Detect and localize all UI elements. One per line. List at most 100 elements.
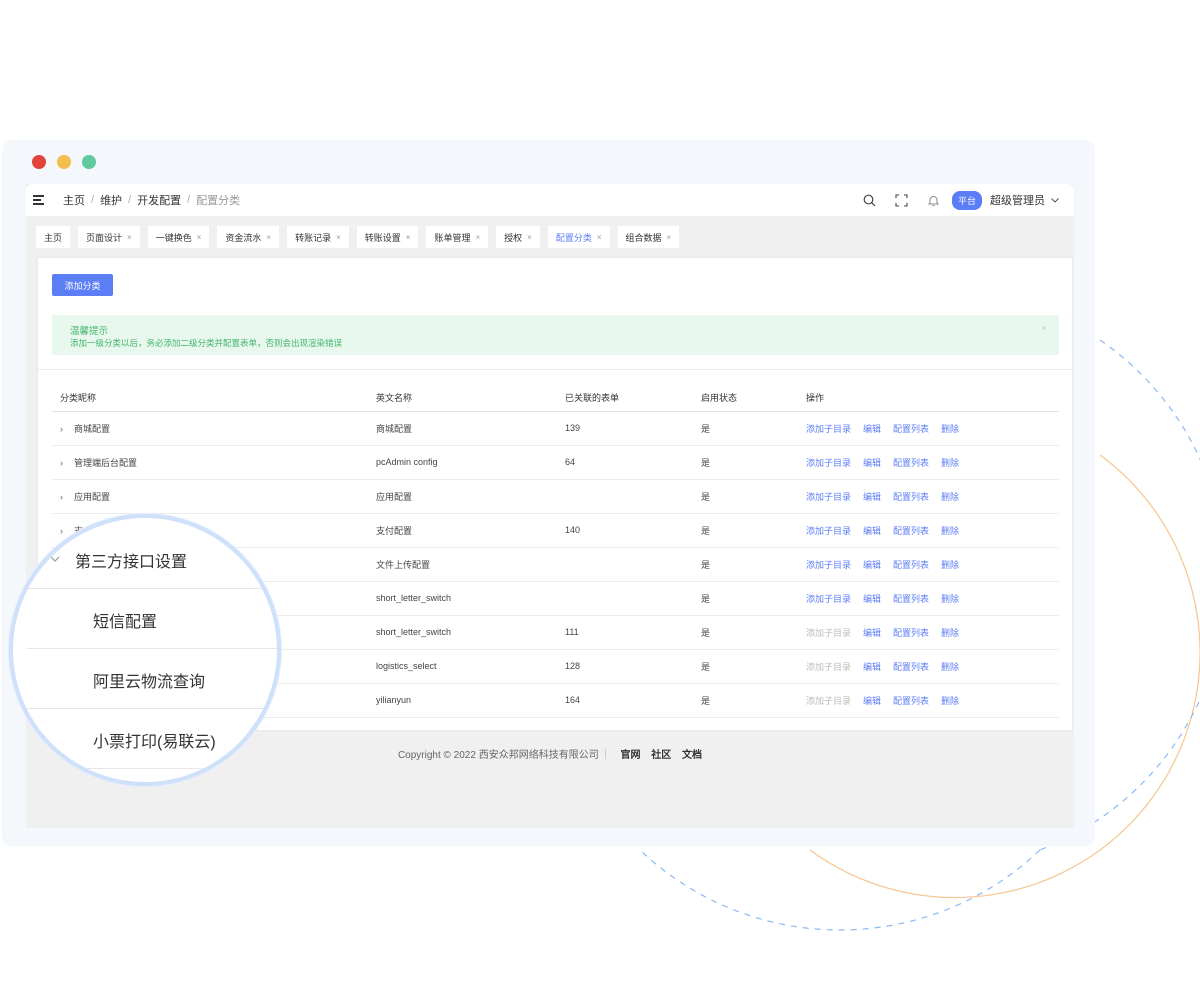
tab-bar: 主页 页面设计 × 一键换色 × 资金流水 × 转账记录 × 转账设置 × 账单管理 × 授… xyxy=(36,226,680,248)
delete-link[interactable]: 删除 xyxy=(941,526,959,536)
menu-fold-icon[interactable] xyxy=(33,195,45,205)
minimize-dot[interactable] xyxy=(57,155,71,169)
breadcrumb-home[interactable]: 主页 xyxy=(63,192,85,208)
close-icon[interactable]: × xyxy=(266,233,271,242)
config-list-link[interactable]: 配置列表 xyxy=(893,458,929,468)
english-name-cell: 商城配置 xyxy=(368,411,557,446)
fullscreen-icon[interactable] xyxy=(894,192,910,208)
edit-link[interactable]: 编辑 xyxy=(863,492,881,502)
close-icon[interactable]: × xyxy=(1042,323,1047,333)
close-icon[interactable]: × xyxy=(527,233,532,242)
config-list-link[interactable]: 配置列表 xyxy=(893,424,929,434)
category-name-cell: › 管理端后台配置 xyxy=(52,445,368,480)
close-icon[interactable]: × xyxy=(197,233,202,242)
edit-link[interactable]: 编辑 xyxy=(863,560,881,570)
tab-home[interactable]: 主页 xyxy=(36,226,71,248)
chevron-right-icon[interactable]: › xyxy=(60,492,74,502)
english-name-cell: logistics_select xyxy=(368,649,557,684)
tab-bill-manage[interactable]: 账单管理 × xyxy=(426,226,489,248)
delete-link[interactable]: 删除 xyxy=(941,560,959,570)
config-list-link[interactable]: 配置列表 xyxy=(893,628,929,638)
status-cell: 是 xyxy=(693,411,798,446)
config-list-link[interactable]: 配置列表 xyxy=(893,526,929,536)
tab-config-category[interactable]: 配置分类 × xyxy=(547,226,610,248)
add-subcategory-link[interactable]: 添加子目录 xyxy=(806,662,851,672)
tab-transfer-settings[interactable]: 转账设置 × xyxy=(356,226,419,248)
add-subcategory-link[interactable]: 添加子目录 xyxy=(806,492,851,502)
actions-cell: 添加子目录 编辑 配置列表 删除 xyxy=(798,581,1059,616)
chevron-right-icon[interactable]: › xyxy=(60,458,74,468)
table-header-row: 分类昵称 英文名称 已关联的表单 启用状态 操作 xyxy=(52,385,1059,412)
edit-link[interactable]: 编辑 xyxy=(863,628,881,638)
add-subcategory-link[interactable]: 添加子目录 xyxy=(806,560,851,570)
english-name-cell: 文件上传配置 xyxy=(368,547,557,582)
user-menu[interactable]: 超级管理员 xyxy=(990,192,1045,208)
actions-cell: 添加子目录 编辑 配置列表 删除 xyxy=(798,513,1059,548)
delete-link[interactable]: 删除 xyxy=(941,424,959,434)
table-row[interactable]: › 管理端后台配置 pcAdmin config 64 是添加子目录 编辑 配置列表 删除 xyxy=(52,445,1059,480)
config-list-link[interactable]: 配置列表 xyxy=(893,696,929,706)
delete-link[interactable]: 删除 xyxy=(941,594,959,604)
delete-link[interactable]: 删除 xyxy=(941,492,959,502)
add-category-button[interactable]: 添加分类 xyxy=(52,274,113,296)
delete-link[interactable]: 删除 xyxy=(941,458,959,468)
column-header: 启用状态 xyxy=(693,385,798,412)
config-list-link[interactable]: 配置列表 xyxy=(893,662,929,672)
bell-icon[interactable] xyxy=(926,192,942,208)
add-subcategory-link[interactable]: 添加子目录 xyxy=(806,526,851,536)
tab-authorize[interactable]: 授权 × xyxy=(496,226,540,248)
maximize-dot[interactable] xyxy=(82,155,96,169)
form-count-cell: 64 xyxy=(557,445,693,480)
close-icon[interactable]: × xyxy=(406,233,411,242)
footer-link-official[interactable]: 官网 xyxy=(620,750,640,761)
table-row[interactable]: › 商城配置 商城配置 139 是添加子目录 编辑 配置列表 删除 xyxy=(52,411,1059,446)
close-icon[interactable]: × xyxy=(667,233,672,242)
status-cell: 是 xyxy=(693,445,798,480)
breadcrumb-dev-config[interactable]: 开发配置 xyxy=(137,192,181,208)
edit-link[interactable]: 编辑 xyxy=(863,662,881,672)
edit-link[interactable]: 编辑 xyxy=(863,424,881,434)
add-subcategory-link[interactable]: 添加子目录 xyxy=(806,424,851,434)
chevron-down-icon[interactable] xyxy=(49,552,61,570)
edit-link[interactable]: 编辑 xyxy=(863,696,881,706)
chevron-right-icon[interactable]: › xyxy=(60,424,74,434)
delete-link[interactable]: 删除 xyxy=(941,662,959,672)
footer-link-community[interactable]: 社区 xyxy=(651,750,671,761)
form-count-cell xyxy=(557,479,693,514)
tab-transfer-record[interactable]: 转账记录 × xyxy=(287,226,349,248)
tab-combined-data[interactable]: 组合数据 × xyxy=(617,226,680,248)
edit-link[interactable]: 编辑 xyxy=(863,526,881,536)
close-icon[interactable]: × xyxy=(597,233,602,242)
close-dot[interactable] xyxy=(32,155,46,169)
status-cell: 是 xyxy=(693,479,798,514)
delete-link[interactable]: 删除 xyxy=(941,696,959,706)
breadcrumb: 主页 / 维护 / 开发配置 / 配置分类 xyxy=(63,192,241,208)
tab-theme-color[interactable]: 一键换色 × xyxy=(147,226,210,248)
close-icon[interactable]: × xyxy=(127,233,132,242)
add-subcategory-link[interactable]: 添加子目录 xyxy=(806,628,851,638)
chevron-down-icon[interactable] xyxy=(1050,195,1060,205)
magnified-child-label: 短信配置 xyxy=(93,614,158,631)
magnified-child-label: 阿里云物流查询 xyxy=(93,674,206,691)
footer-link-docs[interactable]: 文档 xyxy=(682,750,702,761)
english-name-cell: yilianyun xyxy=(368,683,557,718)
tab-fund-flow[interactable]: 资金流水 × xyxy=(217,226,280,248)
config-list-link[interactable]: 配置列表 xyxy=(893,560,929,570)
form-count-cell: 164 xyxy=(557,683,693,718)
tab-page-design[interactable]: 页面设计 × xyxy=(78,226,140,248)
config-list-link[interactable]: 配置列表 xyxy=(893,594,929,604)
add-subcategory-link[interactable]: 添加子目录 xyxy=(806,594,851,604)
add-subcategory-link[interactable]: 添加子目录 xyxy=(806,696,851,706)
breadcrumb-maintain[interactable]: 维护 xyxy=(100,192,122,208)
delete-link[interactable]: 删除 xyxy=(941,628,959,638)
category-name-cell: › 商城配置 xyxy=(52,411,368,446)
table-row[interactable]: › 应用配置 应用配置是添加子目录 编辑 配置列表 删除 xyxy=(52,479,1059,514)
english-name-cell: 应用配置 xyxy=(368,479,557,514)
config-list-link[interactable]: 配置列表 xyxy=(893,492,929,502)
edit-link[interactable]: 编辑 xyxy=(863,594,881,604)
close-icon[interactable]: × xyxy=(475,233,480,242)
search-icon[interactable] xyxy=(862,192,878,208)
edit-link[interactable]: 编辑 xyxy=(863,458,881,468)
add-subcategory-link[interactable]: 添加子目录 xyxy=(806,458,851,468)
close-icon[interactable]: × xyxy=(336,233,341,242)
